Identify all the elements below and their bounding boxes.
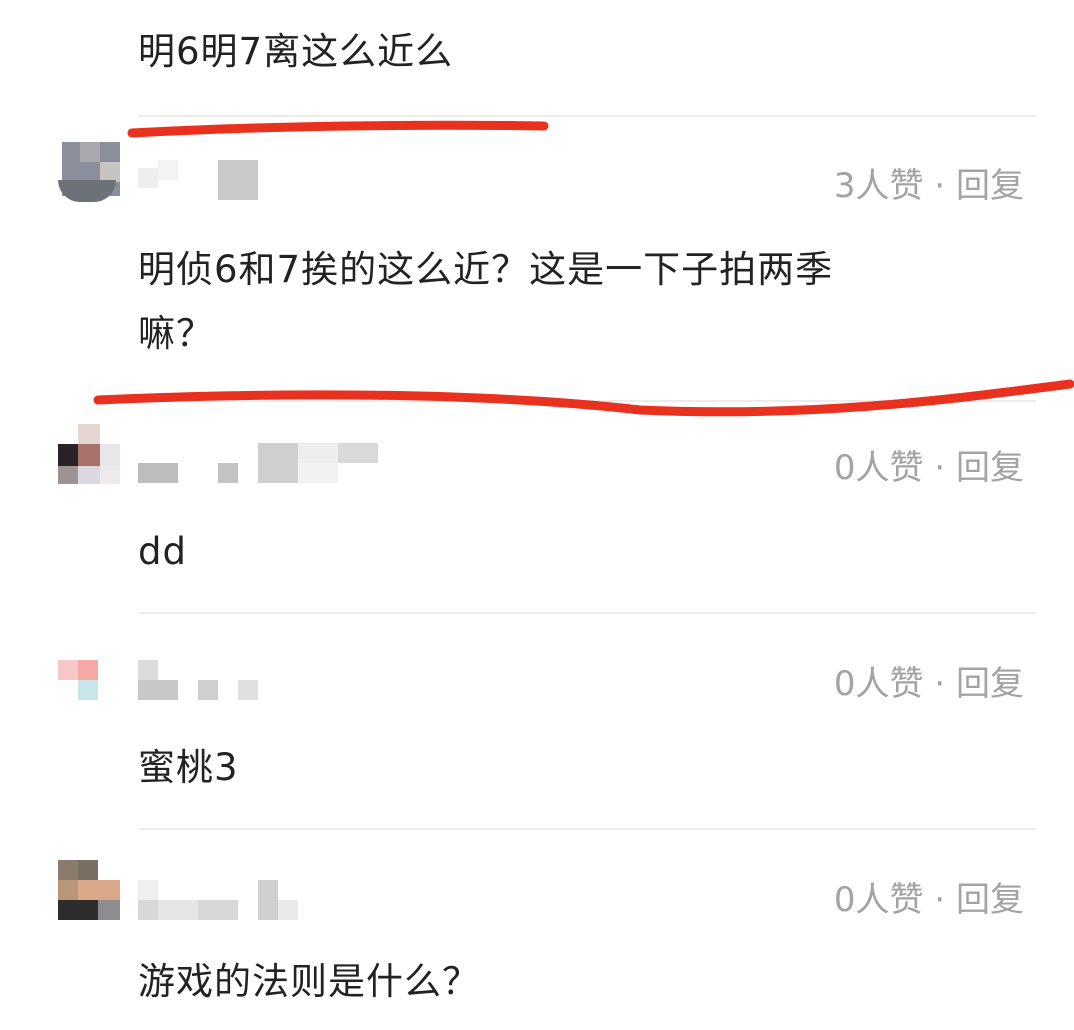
annotation-underline — [93, 379, 1074, 417]
comment-text: 游戏的法则是什么？ — [138, 960, 480, 1003]
comment-text: 蜜桃3 — [138, 746, 239, 789]
comment-meta: 0人赞 · 回复 — [834, 872, 1024, 921]
avatar[interactable] — [58, 860, 120, 922]
comment-meta: 0人赞 · 回复 — [834, 440, 1024, 489]
avatar[interactable] — [58, 660, 120, 722]
divider — [138, 400, 1036, 402]
reply-button[interactable]: 回复 — [956, 448, 1024, 488]
meta-separator: · — [934, 664, 946, 704]
username-blurred[interactable] — [138, 660, 398, 700]
meta-separator: · — [934, 448, 946, 488]
divider — [138, 612, 1036, 614]
username-blurred[interactable] — [138, 443, 398, 483]
divider — [138, 828, 1036, 830]
meta-separator: · — [934, 880, 946, 920]
comment-meta: 0人赞 · 回复 — [834, 656, 1024, 705]
comment-text-line: 明侦6和7挨的这么近？这是一下子拍两季 — [138, 248, 834, 291]
comment-meta: 3人赞 · 回复 — [834, 158, 1024, 207]
divider — [138, 115, 1036, 117]
avatar[interactable] — [58, 142, 120, 204]
annotation-underline — [127, 120, 549, 138]
like-count[interactable]: 0人赞 — [834, 448, 924, 488]
comment-text: 明侦6和7挨的这么近？这是一下子拍两季 嘛？ — [138, 244, 1034, 360]
username-blurred[interactable] — [138, 160, 398, 200]
reply-button[interactable]: 回复 — [956, 880, 1024, 920]
reply-button[interactable]: 回复 — [956, 166, 1024, 206]
meta-separator: · — [934, 166, 946, 206]
comment-text-line: 嘛？ — [138, 312, 214, 355]
comment-text-top: 明6明7离这么近么 — [138, 30, 454, 73]
like-count[interactable]: 0人赞 — [834, 880, 924, 920]
username-blurred[interactable] — [138, 880, 398, 920]
like-count[interactable]: 0人赞 — [834, 664, 924, 704]
reply-button[interactable]: 回复 — [956, 664, 1024, 704]
avatar[interactable] — [58, 424, 120, 486]
like-count[interactable]: 3人赞 — [834, 166, 924, 206]
comment-text: dd — [138, 530, 187, 573]
